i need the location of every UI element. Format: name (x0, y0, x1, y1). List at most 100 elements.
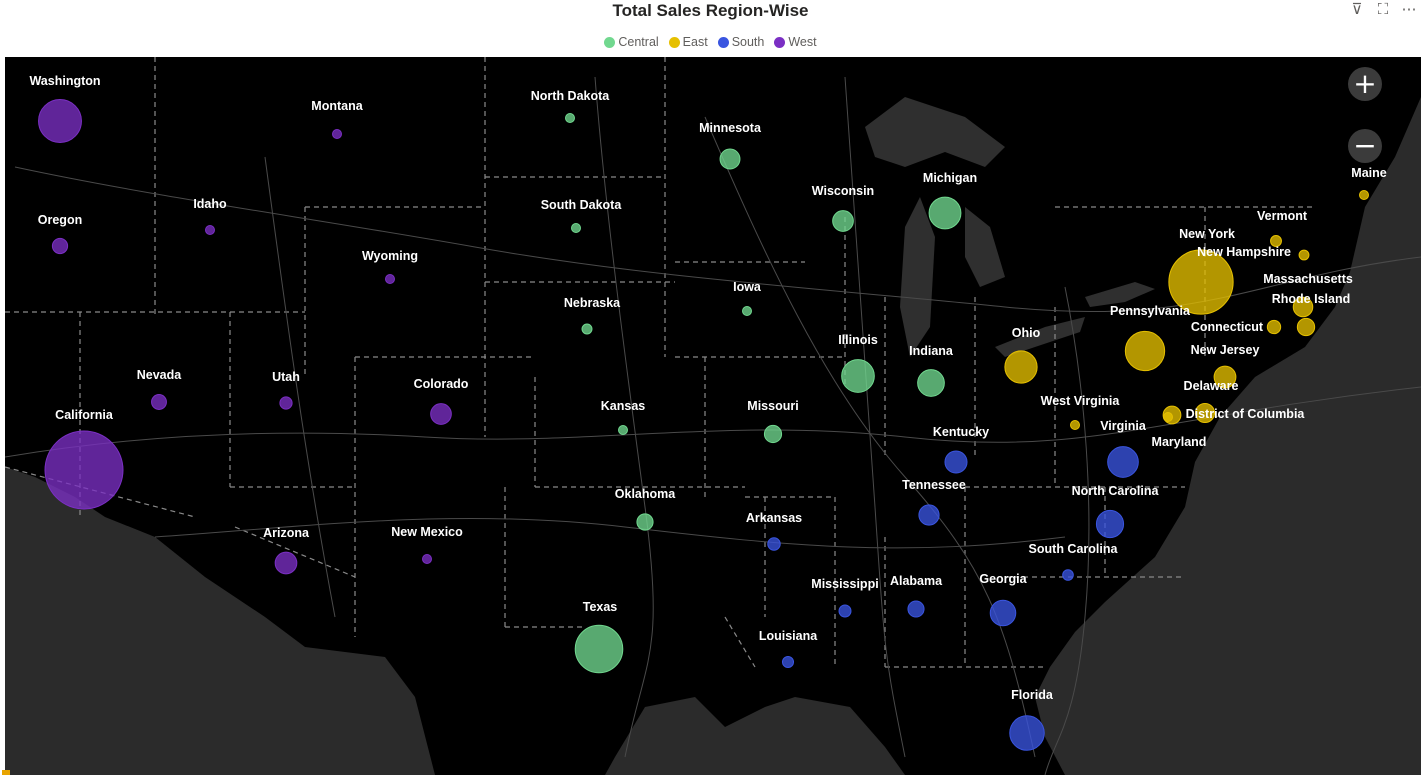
state-label-new-hampshire: New Hampshire (1197, 245, 1291, 259)
bubble-kentucky[interactable] (944, 450, 968, 474)
bubble-illinois[interactable] (841, 359, 875, 393)
state-label-rhode-island: Rhode Island (1272, 292, 1350, 306)
visual-header: ⊽ ⛶ ⋯ (1349, 2, 1417, 18)
bubble-rhode-island[interactable] (1296, 317, 1316, 337)
bubble-arkansas[interactable] (767, 537, 781, 551)
state-label-south-carolina: South Carolina (1029, 542, 1119, 556)
bubble-utah[interactable] (279, 396, 293, 410)
bubble-pennsylvania[interactable] (1124, 330, 1166, 372)
state-label-minnesota: Minnesota (699, 121, 762, 135)
state-label-maine: Maine (1351, 166, 1386, 180)
state-label-utah: Utah (272, 370, 300, 384)
state-label-kansas: Kansas (601, 399, 646, 413)
legend-item-south[interactable]: South (717, 33, 765, 51)
state-label-nevada: Nevada (137, 368, 183, 382)
state-label-kentucky: Kentucky (933, 425, 989, 439)
state-label-west-virginia: West Virginia (1041, 394, 1121, 408)
legend-item-central[interactable]: Central (604, 33, 659, 51)
bubble-indiana[interactable] (917, 369, 945, 397)
report-corner-marker (2, 770, 10, 775)
state-label-new-jersey: New Jersey (1191, 343, 1260, 357)
state-label-ohio: Ohio (1012, 326, 1041, 340)
legend-swatch-east (668, 36, 680, 48)
map-canvas[interactable]: Washington Montana Oregon Idaho Wyoming Nevad… (5, 57, 1421, 775)
bubble-colorado[interactable] (430, 403, 452, 425)
focus-mode-icon[interactable]: ⛶ (1375, 2, 1391, 18)
bubble-district-of-columbia[interactable] (1163, 412, 1173, 422)
bubble-tennessee[interactable] (918, 504, 940, 526)
bubble-new-hampshire[interactable] (1298, 249, 1310, 261)
bubble-wyoming[interactable] (385, 274, 395, 284)
bubble-oregon[interactable] (51, 237, 69, 255)
chart-title: Total Sales Region-Wise (612, 1, 809, 20)
legend: Central East South West (0, 33, 1421, 51)
state-label-vermont: Vermont (1257, 209, 1308, 223)
state-label-illinois: Illinois (838, 333, 878, 347)
legend-swatch-central (604, 36, 616, 48)
legend-swatch-west (774, 36, 786, 48)
bubble-ohio[interactable] (1004, 350, 1038, 384)
legend-label-central: Central (618, 35, 659, 49)
state-label-alabama: Alabama (890, 574, 943, 588)
bubble-oklahoma[interactable] (636, 513, 654, 531)
bubble-connecticut[interactable] (1266, 319, 1282, 335)
zoom-in-button[interactable]: + (1348, 67, 1382, 101)
bubble-maine[interactable] (1359, 190, 1369, 200)
state-label-north-dakota: North Dakota (531, 89, 611, 103)
bubble-georgia[interactable] (989, 599, 1017, 627)
bubble-texas[interactable] (574, 624, 624, 674)
bubble-north-dakota[interactable] (565, 113, 575, 123)
legend-item-west[interactable]: West (774, 33, 817, 51)
bubble-virginia[interactable] (1107, 446, 1139, 478)
state-label-indiana: Indiana (909, 344, 954, 358)
state-label-florida: Florida (1011, 688, 1054, 702)
bubble-minnesota[interactable] (719, 148, 741, 170)
bubble-washington[interactable] (38, 99, 82, 143)
bubble-west-virginia[interactable] (1070, 420, 1080, 430)
bubble-alabama[interactable] (907, 600, 925, 618)
legend-item-east[interactable]: East (668, 33, 708, 51)
state-label-oregon: Oregon (38, 213, 82, 227)
bubble-mississippi[interactable] (838, 604, 852, 618)
state-label-district-of-columbia: District of Columbia (1186, 407, 1306, 421)
bubble-florida[interactable] (1009, 715, 1045, 751)
bubble-louisiana[interactable] (781, 655, 795, 669)
legend-swatch-south (717, 36, 729, 48)
state-label-nebraska: Nebraska (564, 296, 621, 310)
more-options-icon[interactable]: ⋯ (1401, 2, 1417, 18)
state-label-new-mexico: New Mexico (391, 525, 463, 539)
state-label-california: California (55, 408, 114, 422)
bubble-north-carolina[interactable] (1095, 509, 1125, 539)
map-svg: Washington Montana Oregon Idaho Wyoming Nevad… (5, 57, 1421, 775)
bubble-south-carolina[interactable] (1062, 569, 1074, 581)
legend-label-east: East (682, 35, 708, 49)
bubble-michigan[interactable] (928, 196, 962, 230)
bubble-wisconsin[interactable] (832, 210, 854, 232)
bubble-nebraska[interactable] (581, 323, 593, 335)
bubble-nevada[interactable] (151, 394, 167, 410)
bubble-missouri[interactable] (763, 424, 783, 444)
state-label-pennsylvania: Pennsylvania (1110, 304, 1191, 318)
state-label-iowa: Iowa (733, 280, 762, 294)
state-label-arkansas: Arkansas (746, 511, 802, 525)
zoom-out-button[interactable]: − (1348, 129, 1382, 163)
bubble-new-mexico[interactable] (422, 554, 432, 564)
state-label-texas: Texas (583, 600, 618, 614)
bubble-california[interactable] (44, 430, 124, 510)
bubble-south-dakota[interactable] (571, 223, 581, 233)
state-label-colorado: Colorado (414, 377, 469, 391)
filter-icon[interactable]: ⊽ (1349, 2, 1365, 18)
state-label-michigan: Michigan (923, 171, 977, 185)
legend-label-south: South (731, 35, 765, 49)
bubble-idaho[interactable] (205, 225, 215, 235)
state-label-south-dakota: South Dakota (541, 198, 623, 212)
state-label-delaware: Delaware (1184, 379, 1239, 393)
bubble-montana[interactable] (332, 129, 342, 139)
state-label-idaho: Idaho (193, 197, 227, 211)
state-label-washington: Washington (29, 74, 100, 88)
state-label-maryland: Maryland (1152, 435, 1207, 449)
bubble-kansas[interactable] (618, 425, 628, 435)
state-label-north-carolina: North Carolina (1072, 484, 1160, 498)
bubble-iowa[interactable] (742, 306, 752, 316)
bubble-arizona[interactable] (274, 551, 298, 575)
